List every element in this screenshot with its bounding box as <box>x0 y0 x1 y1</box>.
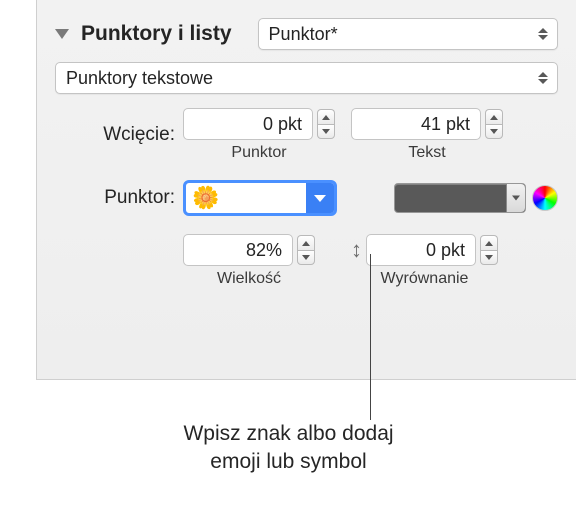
bullet-color-swatch[interactable] <box>394 183 526 213</box>
stepper-down-icon[interactable] <box>317 124 335 139</box>
updown-icon <box>535 72 551 84</box>
bullet-indent-field[interactable]: 0 pkt <box>183 108 335 140</box>
text-indent-stepper[interactable] <box>485 109 503 139</box>
size-align-row: 82% Wielkość ↕ 0 pkt Wyrównanie <box>55 234 558 288</box>
stepper-up-icon[interactable] <box>297 235 315 250</box>
bullet-indent-stepper[interactable] <box>317 109 335 139</box>
color-wheel-icon[interactable] <box>532 185 558 211</box>
bullet-char-combo[interactable]: 🌼 <box>183 180 337 216</box>
text-indent-field[interactable]: 41 pkt <box>351 108 503 140</box>
bullet-type-value: Punktory tekstowe <box>66 68 535 89</box>
panel-title: Punktory i listy <box>81 22 232 46</box>
bullet-indent-sublabel: Punktor <box>231 144 286 162</box>
indent-row: Wcięcie: 0 pkt Punktor 41 pkt Tekst <box>55 108 558 162</box>
updown-icon <box>535 28 551 40</box>
bullet-char-value[interactable]: 🌼 <box>186 183 306 213</box>
callout-line1: Wpisz znak albo dodaj <box>183 422 393 445</box>
size-sublabel: Wielkość <box>217 270 281 288</box>
stepper-up-icon[interactable] <box>480 235 498 250</box>
indent-label: Wcięcie: <box>55 124 183 146</box>
align-stepper[interactable] <box>480 235 498 265</box>
bullet-indent-value[interactable]: 0 pkt <box>183 108 313 140</box>
stepper-up-icon[interactable] <box>317 109 335 124</box>
callout: Wpisz znak albo dodaj emoji lub symbol <box>0 386 577 477</box>
stepper-up-icon[interactable] <box>485 109 503 124</box>
text-indent-value[interactable]: 41 pkt <box>351 108 481 140</box>
stepper-down-icon[interactable] <box>480 250 498 265</box>
align-field[interactable]: ↕ 0 pkt <box>351 234 498 266</box>
size-value[interactable]: 82% <box>183 234 293 266</box>
vertical-align-icon: ↕ <box>351 237 362 263</box>
list-style-value: Punktor* <box>269 24 535 45</box>
chevron-down-icon[interactable] <box>306 183 334 213</box>
bullet-type-select[interactable]: Punktory tekstowe <box>55 62 558 94</box>
size-stepper[interactable] <box>297 235 315 265</box>
stepper-down-icon[interactable] <box>485 124 503 139</box>
text-indent-sublabel: Tekst <box>408 144 445 162</box>
panel-header: Punktory i listy Punktor* <box>55 18 558 50</box>
disclosure-triangle-icon[interactable] <box>55 29 69 39</box>
size-field[interactable]: 82% <box>183 234 315 266</box>
callout-line2: emoji lub symbol <box>210 450 366 473</box>
bullet-row: Punktor: 🌼 <box>55 180 558 216</box>
align-value[interactable]: 0 pkt <box>366 234 476 266</box>
align-sublabel: Wyrównanie <box>381 270 469 288</box>
callout-text: Wpisz znak albo dodaj emoji lub symbol <box>0 420 577 477</box>
bullet-label: Punktor: <box>55 187 183 209</box>
stepper-down-icon[interactable] <box>297 250 315 265</box>
list-style-select[interactable]: Punktor* <box>258 18 558 50</box>
bullet-color-controls <box>394 183 558 213</box>
bullets-lists-panel: Punktory i listy Punktor* Punktory tekst… <box>36 0 576 380</box>
